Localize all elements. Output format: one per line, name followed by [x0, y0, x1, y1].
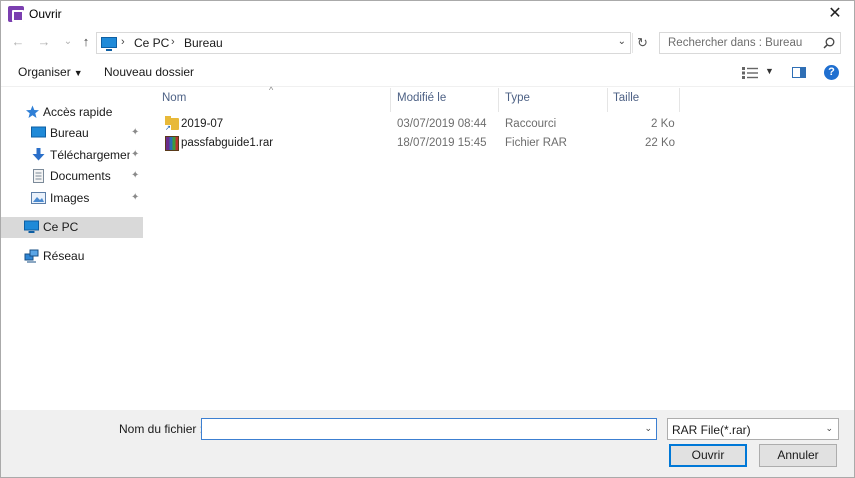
column-divider[interactable] — [679, 88, 680, 112]
file-size: 22 Ko — [645, 137, 676, 149]
file-modified: 03/07/2019 08:44 — [397, 118, 487, 130]
sidebar-item-label: Téléchargements — [50, 148, 130, 162]
app-icon — [8, 6, 24, 22]
breadcrumb-bureau[interactable]: Bureau — [184, 36, 223, 50]
navigation-pane: Accès rapide Bureau ✦ Téléchargements ✦ — [1, 88, 144, 410]
star-icon — [26, 105, 39, 118]
open-file-dialog: Ouvrir ✕ ← → ⌄ ↑ › Ce PC › Bureau ⌄ ↻ Re… — [0, 0, 855, 478]
file-list: ^ Nom Modifié le Type Taille 2019-07 03/… — [145, 85, 854, 410]
file-type: Raccourci — [505, 118, 557, 130]
sidebar-item-label: Réseau — [43, 249, 85, 263]
organize-button[interactable]: Organiser ▼ — [18, 65, 83, 79]
search-box[interactable]: Rechercher dans : Bureau — [659, 32, 841, 54]
column-header-modified[interactable]: Modifié le — [397, 92, 446, 112]
organize-label: Organiser — [18, 65, 71, 79]
pc-icon — [24, 220, 39, 233]
filename-label: Nom du fichier : — [119, 422, 204, 436]
breadcrumb-separator[interactable]: › — [121, 36, 125, 48]
folder-shortcut-icon — [165, 116, 179, 132]
downloads-icon — [32, 148, 45, 161]
search-placeholder[interactable]: Rechercher dans : Bureau — [668, 37, 802, 49]
sort-ascending-icon: ^ — [269, 85, 274, 95]
open-button[interactable]: Ouvrir — [669, 444, 747, 467]
recent-locations-icon[interactable]: ⌄ — [59, 33, 77, 51]
help-icon[interactable]: ? — [824, 65, 839, 80]
breadcrumb-separator[interactable]: › — [171, 36, 175, 48]
column-header-size[interactable]: Taille — [613, 92, 639, 112]
filename-input[interactable]: ⌄ — [201, 418, 657, 440]
pin-icon[interactable]: ✦ — [131, 192, 139, 203]
file-modified: 18/07/2019 15:45 — [397, 137, 487, 149]
refresh-icon[interactable]: ↻ — [632, 33, 652, 53]
file-type-value: RAR File(*.rar) — [672, 423, 751, 437]
column-divider[interactable] — [390, 88, 391, 112]
sidebar-item-documents[interactable]: Documents ✦ — [1, 166, 143, 187]
images-icon — [31, 192, 46, 204]
sidebar-item-label: Documents — [50, 169, 111, 183]
breadcrumb-ce-pc[interactable]: Ce PC — [134, 36, 169, 50]
table-row[interactable]: 2019-07 03/07/2019 08:44 Raccourci 2 Ko — [161, 116, 681, 135]
cancel-button[interactable]: Annuler — [759, 444, 837, 467]
documents-icon — [33, 169, 44, 183]
file-type-select[interactable]: RAR File(*.rar) ⌄ — [667, 418, 839, 440]
table-row[interactable]: passfabguide1.rar 18/07/2019 15:45 Fichi… — [161, 135, 681, 154]
chevron-down-icon[interactable]: ⌄ — [644, 423, 652, 434]
column-divider[interactable] — [498, 88, 499, 112]
sidebar-item-label: Images — [50, 191, 90, 205]
navigation-bar: ← → ⌄ ↑ › Ce PC › Bureau ⌄ ↻ Rechercher … — [1, 29, 854, 57]
file-type: Fichier RAR — [505, 137, 567, 149]
forward-arrow-icon[interactable]: → — [35, 33, 53, 51]
sidebar-item-quick-access[interactable]: Accès rapide — [1, 102, 143, 123]
pin-icon[interactable]: ✦ — [131, 127, 139, 138]
sidebar-item-images[interactable]: Images ✦ — [1, 188, 143, 209]
sidebar-item-network[interactable]: Réseau — [1, 246, 143, 267]
dialog-footer: Nom du fichier : ⌄ RAR File(*.rar) ⌄ Ouv… — [1, 410, 854, 477]
pin-icon[interactable]: ✦ — [131, 170, 139, 181]
file-name: 2019-07 — [181, 118, 224, 130]
sidebar-item-label: Ce PC — [43, 220, 79, 234]
column-divider[interactable] — [607, 88, 608, 112]
window-title: Ouvrir — [29, 7, 62, 21]
sidebar-item-desktop[interactable]: Bureau ✦ — [1, 123, 143, 144]
view-options-icon[interactable] — [742, 67, 758, 79]
preview-pane-icon[interactable] — [792, 67, 806, 78]
rar-archive-icon — [165, 136, 179, 151]
column-header-name[interactable]: Nom — [162, 92, 186, 112]
sidebar-item-label: Accès rapide — [43, 105, 113, 119]
caret-down-icon: ▼ — [73, 68, 83, 78]
view-caret-down-icon[interactable]: ▼ — [765, 66, 774, 76]
file-name: passfabguide1.rar — [181, 137, 274, 149]
new-folder-button[interactable]: Nouveau dossier — [104, 65, 194, 79]
sidebar-item-label: Bureau — [50, 126, 89, 140]
column-header-type[interactable]: Type — [505, 92, 530, 112]
up-arrow-icon[interactable]: ↑ — [77, 33, 95, 51]
desktop-icon — [31, 126, 46, 138]
file-size: 2 Ko — [651, 118, 675, 130]
back-arrow-icon[interactable]: ← — [9, 33, 27, 51]
sidebar-item-this-pc[interactable]: Ce PC — [1, 217, 143, 238]
title-bar: Ouvrir ✕ — [1, 1, 854, 27]
search-icon[interactable] — [823, 37, 835, 49]
network-icon — [24, 249, 39, 263]
address-bar[interactable]: › Ce PC › Bureau ⌄ — [96, 32, 631, 54]
command-bar: Organiser ▼ Nouveau dossier ▼ ? — [1, 59, 854, 87]
pin-icon[interactable]: ✦ — [131, 149, 139, 160]
chevron-down-icon[interactable]: ⌄ — [618, 36, 626, 47]
sidebar-item-downloads[interactable]: Téléchargements ✦ — [1, 145, 143, 166]
computer-icon — [101, 37, 117, 51]
close-button[interactable]: ✕ — [820, 3, 850, 25]
chevron-down-icon[interactable]: ⌄ — [825, 423, 833, 434]
